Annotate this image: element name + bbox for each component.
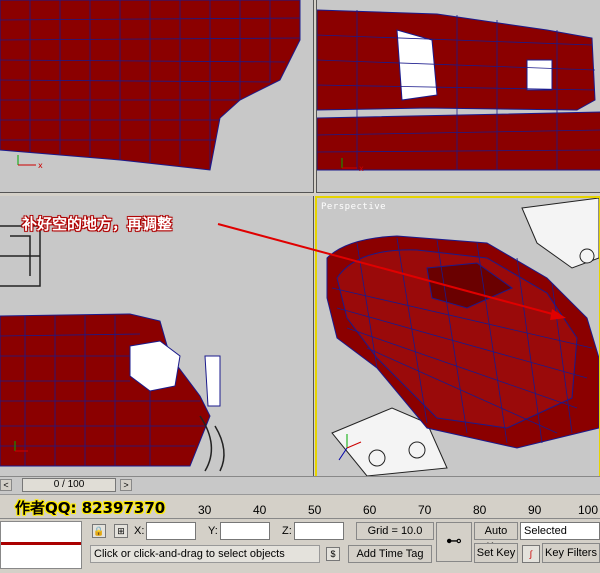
viewport-perspective[interactable]: Perspective bbox=[315, 196, 600, 478]
auto-key-button[interactable]: Auto Key bbox=[474, 522, 518, 553]
viewport-top-right[interactable]: x bbox=[316, 0, 600, 193]
x-label: X: bbox=[134, 525, 145, 537]
annotation-note: 补好空的地方，再调整 bbox=[22, 215, 173, 233]
ruler-tick: 70 bbox=[418, 503, 432, 517]
viewport-label-perspective: Perspective bbox=[321, 202, 387, 212]
ruler-tick: 30 bbox=[198, 503, 212, 517]
time-config-icon[interactable]: $ bbox=[326, 547, 340, 561]
ruler-tick: 50 bbox=[308, 503, 322, 517]
mesh-top-left: x bbox=[0, 0, 301, 171]
timeline-next-button[interactable]: > bbox=[120, 479, 132, 491]
svg-text:x: x bbox=[359, 164, 364, 173]
timeline-prev-button[interactable]: < bbox=[0, 479, 12, 491]
axis-gizmo-tl: x bbox=[17, 155, 43, 170]
y-coordinate-field[interactable] bbox=[220, 522, 270, 540]
viewport-top-left[interactable]: x bbox=[0, 0, 314, 193]
selected-dropdown[interactable]: Selected bbox=[520, 522, 600, 540]
ruler-tick: 90 bbox=[528, 503, 542, 517]
absolute-mode-icon[interactable]: ⊞ bbox=[114, 524, 128, 538]
maxscript-listener[interactable] bbox=[0, 521, 82, 569]
prompt-line: Click or click-and-drag to select object… bbox=[90, 545, 320, 563]
z-label: Z: bbox=[282, 525, 292, 537]
author-qq-text: 作者QQ: 82397370 bbox=[15, 499, 166, 517]
lock-icon[interactable]: 🔒 bbox=[92, 524, 106, 538]
time-slider[interactable]: 0 / 100 bbox=[22, 478, 116, 492]
curve-icon[interactable]: ∫ bbox=[522, 545, 540, 563]
set-key-button[interactable]: Set Key bbox=[474, 543, 518, 563]
ruler-tick: 80 bbox=[473, 503, 487, 517]
ruler-tick: 40 bbox=[253, 503, 267, 517]
add-time-tag-button[interactable]: Add Time Tag bbox=[348, 545, 432, 563]
svg-text:x: x bbox=[38, 161, 43, 170]
z-coordinate-field[interactable] bbox=[294, 522, 344, 540]
status-bar: 🔒 ⊞ X: Y: Z: Grid = 10.0 ⊷ Auto Key Sele… bbox=[0, 518, 600, 573]
mesh-top-right: x bbox=[317, 9, 600, 173]
key-mode-icon[interactable]: ⊷ bbox=[436, 522, 472, 562]
ruler-tick: 100 bbox=[578, 503, 599, 517]
grid-display: Grid = 10.0 bbox=[356, 522, 434, 540]
x-coordinate-field[interactable] bbox=[146, 522, 196, 540]
mesh-bottom-left bbox=[0, 225, 225, 472]
mesh-perspective bbox=[326, 198, 599, 476]
ruler-tick: 60 bbox=[363, 503, 377, 517]
y-label: Y: bbox=[208, 525, 218, 537]
viewport-bottom-left[interactable] bbox=[0, 196, 314, 476]
key-filters-button[interactable]: Key Filters bbox=[542, 543, 600, 563]
timeline-bar[interactable]: < 0 / 100 > bbox=[0, 476, 600, 495]
